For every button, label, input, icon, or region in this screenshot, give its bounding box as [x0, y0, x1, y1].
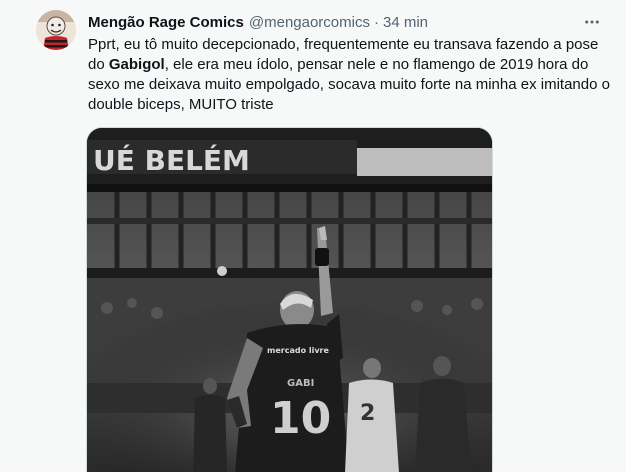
tweet-text-part2: , ele era meu ídolo, pensar nele e no fl…: [88, 56, 610, 113]
more-options-button[interactable]: [580, 12, 604, 32]
jersey-number: 10: [270, 393, 331, 444]
avatar-image: [36, 10, 76, 50]
tweet-photo[interactable]: UÉ BELÉM mercado livre GABI 10 2: [86, 127, 493, 472]
more-dots-icon: [585, 20, 599, 24]
separator-dot: ·: [373, 13, 379, 31]
tweet-text: Pprt, eu tô muito decepcionado, frequent…: [88, 35, 618, 115]
author-display-name[interactable]: Mengão Rage Comics: [88, 14, 244, 31]
tweet[interactable]: Mengão Rage Comics @mengaorcomics · 34 m…: [0, 0, 626, 472]
stadium-sign: UÉ BELÉM: [93, 143, 250, 177]
tweet-timestamp[interactable]: 34 min: [383, 14, 428, 31]
avatar[interactable]: [36, 10, 76, 50]
tweet-text-bold: Gabigol: [108, 56, 165, 73]
photo-image: UÉ BELÉM mercado livre GABI 10 2: [87, 128, 492, 472]
jersey-sponsor: mercado livre: [267, 346, 330, 355]
jersey-name: GABI: [287, 378, 314, 389]
tweet-header: Mengão Rage Comics @mengaorcomics · 34 m…: [88, 12, 428, 32]
opponent-number: 2: [360, 401, 375, 426]
author-handle[interactable]: @mengaorcomics: [249, 14, 370, 31]
